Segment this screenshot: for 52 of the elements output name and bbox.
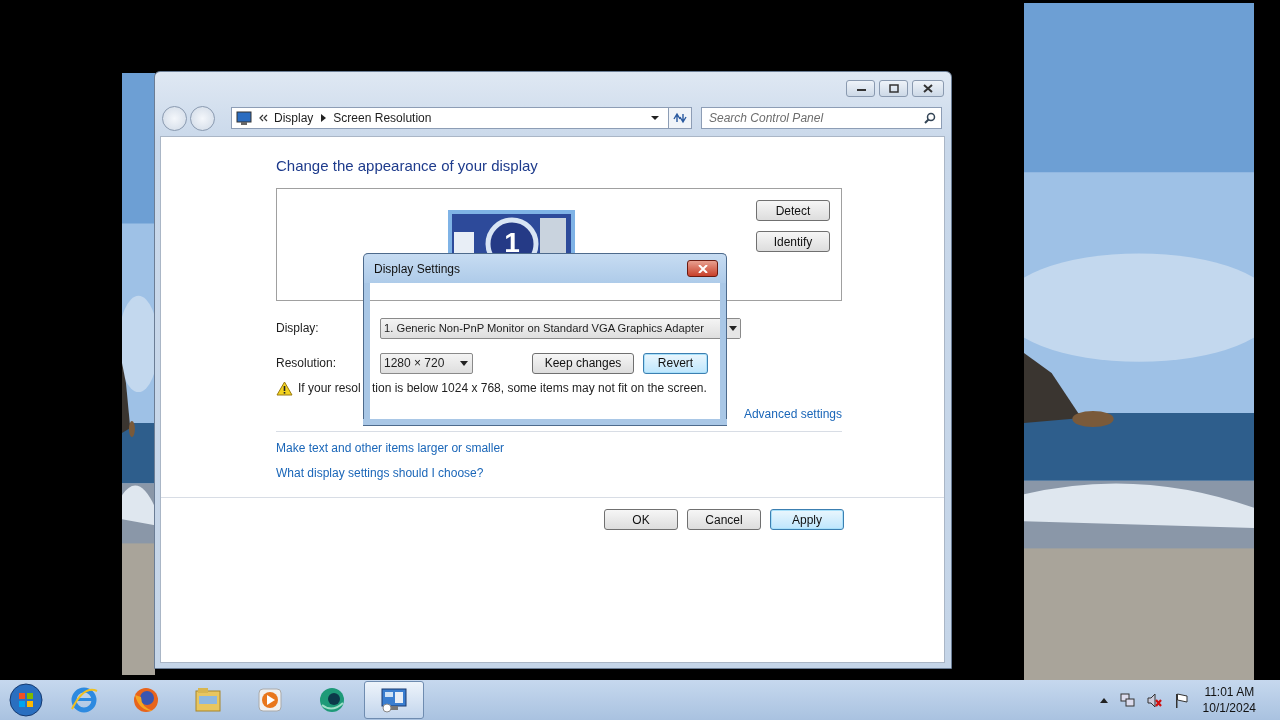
minimize-button[interactable] [846, 80, 875, 97]
detect-button[interactable]: Detect [756, 200, 830, 221]
firefox-icon [131, 685, 161, 715]
network-icon[interactable] [1119, 692, 1135, 708]
dropdown-icon [729, 325, 737, 331]
dropdown-icon [460, 360, 468, 366]
field-label: Resolution: [276, 356, 338, 370]
close-button[interactable] [687, 260, 718, 277]
search-icon [924, 112, 936, 124]
help-link[interactable]: What display settings should I choose? [276, 466, 484, 480]
warning-text: If your resol [298, 381, 362, 395]
maximize-button[interactable] [879, 80, 908, 97]
dialog-title: Display Settings [374, 261, 462, 276]
page-heading: Change the appearance of your display [276, 157, 539, 176]
speaker-muted-icon[interactable] [1146, 692, 1162, 708]
display-dropdown[interactable]: 1. Generic Non-PnP Monitor on Standard VGA Graphics Adapter [380, 317, 741, 339]
display-settings-icon [379, 685, 409, 715]
monitor-number: 1 [504, 227, 520, 256]
breadcrumb-item[interactable]: Display [274, 111, 314, 125]
windows-logo-icon [9, 683, 43, 717]
globe-icon [317, 685, 347, 715]
clock[interactable]: 11:01 AM 10/1/2024 [1202, 684, 1256, 716]
show-hidden-icons-icon[interactable] [1099, 697, 1108, 703]
monitor-drawing[interactable] [448, 210, 575, 256]
breadcrumb-item[interactable]: Screen Resolution [333, 111, 432, 125]
resolution-dropdown[interactable]: 1280 × 720 [380, 352, 473, 374]
apply-button[interactable]: Apply [770, 509, 844, 530]
address-bar[interactable]: Display Screen Resolution [231, 107, 669, 129]
flag-icon[interactable] [1173, 692, 1189, 708]
identify-button[interactable]: Identify [756, 231, 830, 252]
folder-icon [193, 685, 223, 715]
ok-button[interactable]: OK [604, 509, 678, 530]
search-field[interactable]: Search Control Panel [701, 107, 942, 129]
revert-button[interactable]: Revert [643, 352, 708, 374]
cancel-button[interactable]: Cancel [687, 509, 761, 530]
chevron-icon [258, 113, 268, 123]
refresh-button[interactable] [669, 107, 692, 129]
warning-icon [276, 380, 293, 396]
media-player-icon [255, 685, 285, 715]
warning-text: tion is below 1024 x 768, some items may not fit on the screen. [372, 381, 707, 395]
monitor-icon [236, 111, 252, 125]
advanced-settings-link[interactable]: Advanced settings [743, 407, 842, 423]
taskbar-button[interactable] [364, 681, 424, 719]
field-label: Display: [276, 321, 320, 335]
browser-icon [69, 685, 99, 715]
arrow-icon [319, 113, 328, 123]
close-icon [697, 264, 708, 273]
keep-changes-button[interactable]: Keep changes [532, 352, 634, 374]
help-link[interactable]: Make text and other items larger or smaller [276, 441, 505, 455]
close-button[interactable] [912, 80, 944, 97]
dropdown-icon [650, 115, 660, 121]
refresh-icon [673, 112, 687, 124]
